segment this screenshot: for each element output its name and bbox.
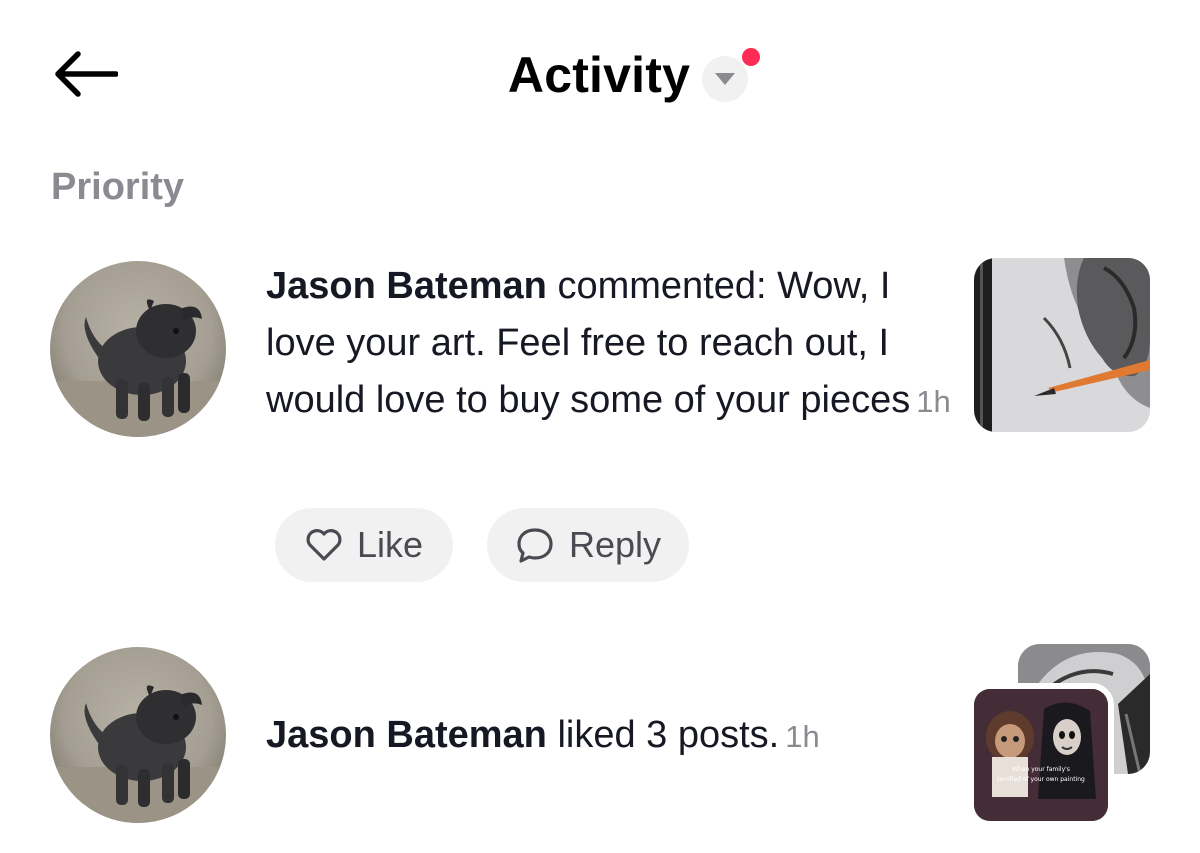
notification-dot [742, 48, 761, 66]
thumbnail-caption-line1: When your family's [1012, 766, 1070, 773]
reply-label: Reply [568, 524, 662, 565]
speech-bubble-icon [517, 528, 553, 563]
like-label: Like [356, 524, 424, 565]
header: Activity [0, 40, 1200, 110]
reply-button[interactable]: Reply [487, 508, 689, 582]
page-title: Activity [507, 47, 691, 103]
back-button[interactable] [52, 44, 124, 104]
notification-comment[interactable]: Jason Bateman commented: Wow, I love you… [266, 258, 956, 430]
section-label-priority: Priority [51, 166, 185, 208]
like-button[interactable]: Like [275, 508, 453, 582]
activity-filter-dropdown[interactable] [702, 48, 761, 102]
notification-likes[interactable]: Jason Bateman liked 3 posts. 1h [266, 707, 956, 765]
timestamp: 1h [916, 384, 951, 419]
avatar[interactable] [50, 647, 226, 823]
chevron-down-icon [715, 73, 736, 85]
timestamp: 1h [785, 719, 820, 754]
thumbnail-caption-line2: terrified of your own painting [997, 776, 1085, 783]
heart-icon [306, 529, 342, 561]
avatar[interactable] [50, 261, 226, 437]
activity-screen: Activity Priority Jason Bateman commente… [0, 0, 1200, 853]
username[interactable]: Jason Bateman [266, 714, 547, 756]
likes-text: liked 3 posts. [546, 714, 780, 756]
username[interactable]: Jason Bateman [266, 265, 547, 307]
back-arrow-icon [55, 51, 118, 97]
post-thumbnail[interactable] [974, 258, 1150, 432]
post-thumbnail-front[interactable]: When your family's terrified of your own… [968, 683, 1114, 827]
